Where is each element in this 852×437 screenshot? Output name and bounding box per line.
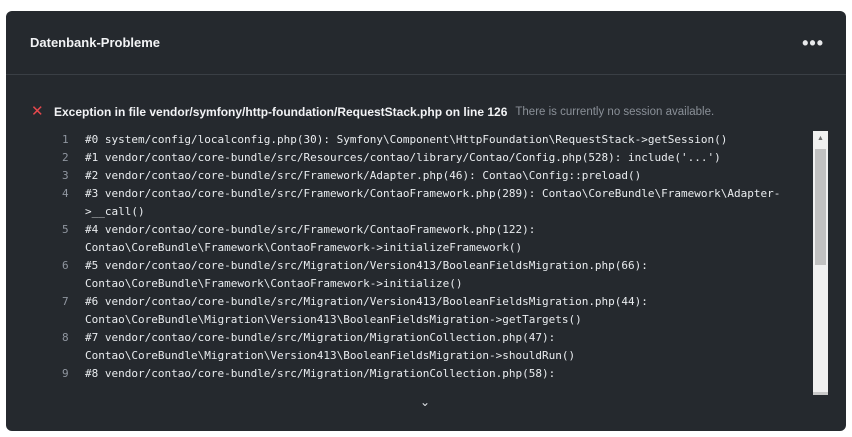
trace-text: #6 vendor/contao/core-bundle/src/Migrati… [85, 295, 655, 326]
trace-line: 6 #5 vendor/contao/core-bundle/src/Migrat… [42, 257, 830, 293]
trace-text: #0 system/config/localconfig.php(30): Sy… [85, 133, 728, 146]
trace-text: #7 vendor/contao/core-bundle/src/Migrati… [85, 331, 576, 362]
scroll-up-arrow-icon[interactable]: ▲ [813, 131, 828, 146]
close-icon: ✕ [31, 103, 44, 120]
scroll-down-arrow-icon[interactable] [813, 392, 828, 395]
trace-line: 4 #3 vendor/contao/core-bundle/src/Framew… [42, 185, 830, 221]
trace-line: 5 #4 vendor/contao/core-bundle/src/Framew… [42, 221, 830, 257]
line-number: 8 [62, 331, 69, 344]
trace-text: #3 vendor/contao/core-bundle/src/Framewo… [85, 187, 781, 218]
trace-scrollbar[interactable]: ▲ [813, 131, 828, 395]
trace-line: 1 #0 system/config/localconfig.php(30): S… [42, 131, 830, 149]
trace-line: 8 #7 vendor/contao/core-bundle/src/Migrat… [42, 329, 830, 365]
line-number: 2 [62, 151, 69, 164]
scrollbar-thumb[interactable] [815, 149, 826, 265]
database-problems-panel: Datenbank-Probleme ••• ✕ Exception in fi… [6, 11, 846, 431]
stack-trace[interactable]: 1 #0 system/config/localconfig.php(30): S… [42, 131, 830, 397]
trace-line: 3 #2 vendor/contao/core-bundle/src/Framew… [42, 167, 830, 185]
line-number: 6 [62, 259, 69, 272]
line-number: 3 [62, 169, 69, 182]
exception-message: There is currently no session available. [515, 105, 715, 118]
more-horizontal-icon[interactable]: ••• [802, 34, 824, 52]
line-number: 1 [62, 133, 69, 146]
exception-title: Exception in file vendor/symfony/http-fo… [54, 104, 508, 119]
trace-text: #2 vendor/contao/core-bundle/src/Framewo… [85, 169, 642, 182]
trace-line: 2 #1 vendor/contao/core-bundle/src/Resour… [42, 149, 830, 167]
trace-line: 7 #6 vendor/contao/core-bundle/src/Migrat… [42, 293, 830, 329]
trace-text: #4 vendor/contao/core-bundle/src/Framewo… [85, 223, 542, 254]
panel-title: Datenbank-Probleme [30, 35, 161, 50]
trace-text: #1 vendor/contao/core-bundle/src/Resourc… [85, 151, 721, 164]
panel-header: Datenbank-Probleme ••• [6, 11, 846, 75]
trace-text: #5 vendor/contao/core-bundle/src/Migrati… [85, 259, 655, 290]
exception-header: ✕ Exception in file vendor/symfony/http-… [31, 104, 714, 119]
line-number: 7 [62, 295, 69, 308]
line-number: 4 [62, 187, 69, 200]
line-number: 5 [62, 223, 69, 236]
chevron-down-icon[interactable]: ⌄ [420, 395, 430, 409]
